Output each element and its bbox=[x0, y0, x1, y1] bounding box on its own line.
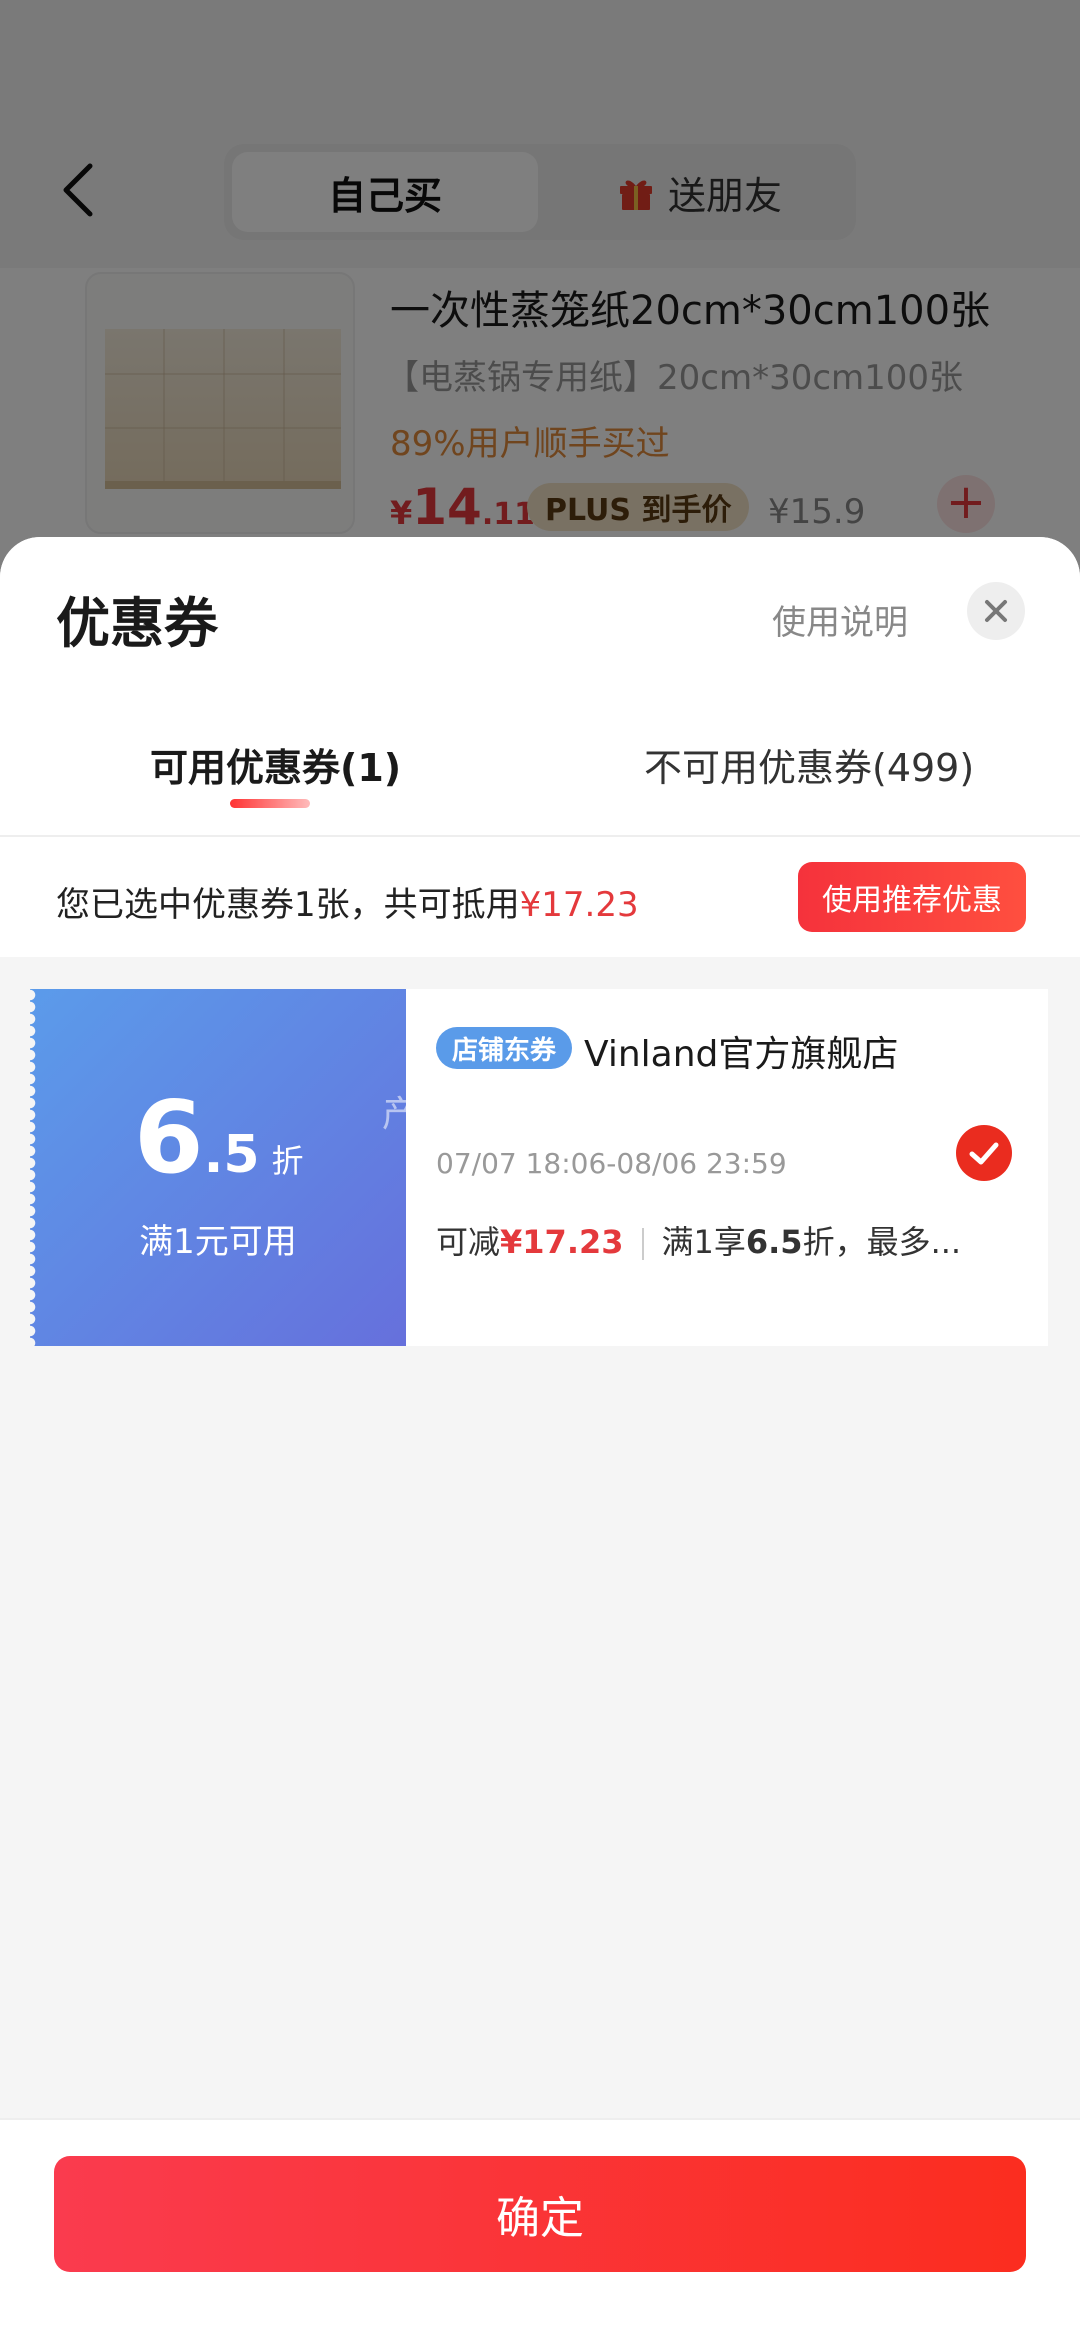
discount-decimal: .5 bbox=[203, 1125, 260, 1185]
watermark-text: 产品性能优势 bbox=[382, 1094, 611, 1135]
save-amount: ¥17.23 bbox=[500, 1223, 624, 1261]
coupon-scalloped-edge bbox=[30, 989, 38, 1346]
store-name: Vinland官方旗舰店 bbox=[584, 1034, 899, 1075]
benefit-separator bbox=[641, 1228, 644, 1260]
coupon-value-panel: 6.5 折 满1元可用 bbox=[30, 989, 406, 1346]
coupon-card[interactable]: 6.5 折 满1元可用 店铺东券 Vinland官方旗舰店 07/07 18:06… bbox=[30, 989, 1048, 1346]
rule-prefix: 满1享 bbox=[661, 1223, 746, 1261]
selection-summary: 您已选中优惠券1张，共可抵用¥17.23 使用推荐优惠 bbox=[0, 837, 1080, 957]
coupon-threshold: 满1元可用 bbox=[139, 1222, 297, 1262]
use-recommended-button[interactable]: 使用推荐优惠 bbox=[798, 862, 1026, 932]
coupon-validity: 07/07 18:06-08/06 23:59 bbox=[436, 1147, 787, 1180]
usage-instructions-link[interactable]: 使用说明 bbox=[772, 595, 908, 644]
discount-integer: 6 bbox=[134, 1079, 204, 1196]
save-prefix: 可减 bbox=[436, 1223, 501, 1261]
summary-text: 您已选中优惠券1张，共可抵用¥17.23 bbox=[56, 877, 639, 926]
confirm-button[interactable]: 确定 bbox=[54, 2156, 1026, 2272]
close-button[interactable] bbox=[967, 582, 1025, 640]
coupon-bottom-sheet: 优惠券 使用说明 可用优惠券(1) 不可用优惠券(499) 您已选中优惠券1张，… bbox=[0, 537, 1080, 2344]
sheet-header: 优惠券 使用说明 可用优惠券(1) 不可用优惠券(499) bbox=[0, 537, 1080, 837]
active-tab-indicator bbox=[230, 799, 310, 808]
sheet-footer: 确定 bbox=[0, 2118, 1080, 2344]
summary-label: 您已选中优惠券1张，共可抵用 bbox=[56, 885, 520, 925]
rule-value: 6.5 bbox=[745, 1223, 803, 1261]
sheet-title: 优惠券 bbox=[56, 592, 218, 655]
coupon-type-badge: 店铺东券 bbox=[436, 1027, 573, 1069]
rule-suffix: 折，最多... bbox=[802, 1223, 962, 1261]
coupon-detail-panel: 店铺东券 Vinland官方旗舰店 07/07 18:06-08/06 23:5… bbox=[406, 989, 1048, 1346]
coupon-select-checkbox[interactable] bbox=[956, 1125, 1012, 1181]
check-circle-icon bbox=[969, 1142, 999, 1165]
coupon-discount: 6.5 折 bbox=[134, 1079, 304, 1196]
tab-available-coupons[interactable]: 可用优惠券(1) bbox=[150, 737, 401, 792]
tab-unavailable-coupons[interactable]: 不可用优惠券(499) bbox=[644, 737, 974, 792]
coupon-benefit: 可减¥17.23 满1享6.5折，最多... bbox=[436, 1217, 961, 1263]
discount-unit: 折 bbox=[271, 1142, 304, 1180]
close-icon bbox=[985, 600, 1007, 622]
summary-amount: ¥17.23 bbox=[519, 885, 639, 925]
